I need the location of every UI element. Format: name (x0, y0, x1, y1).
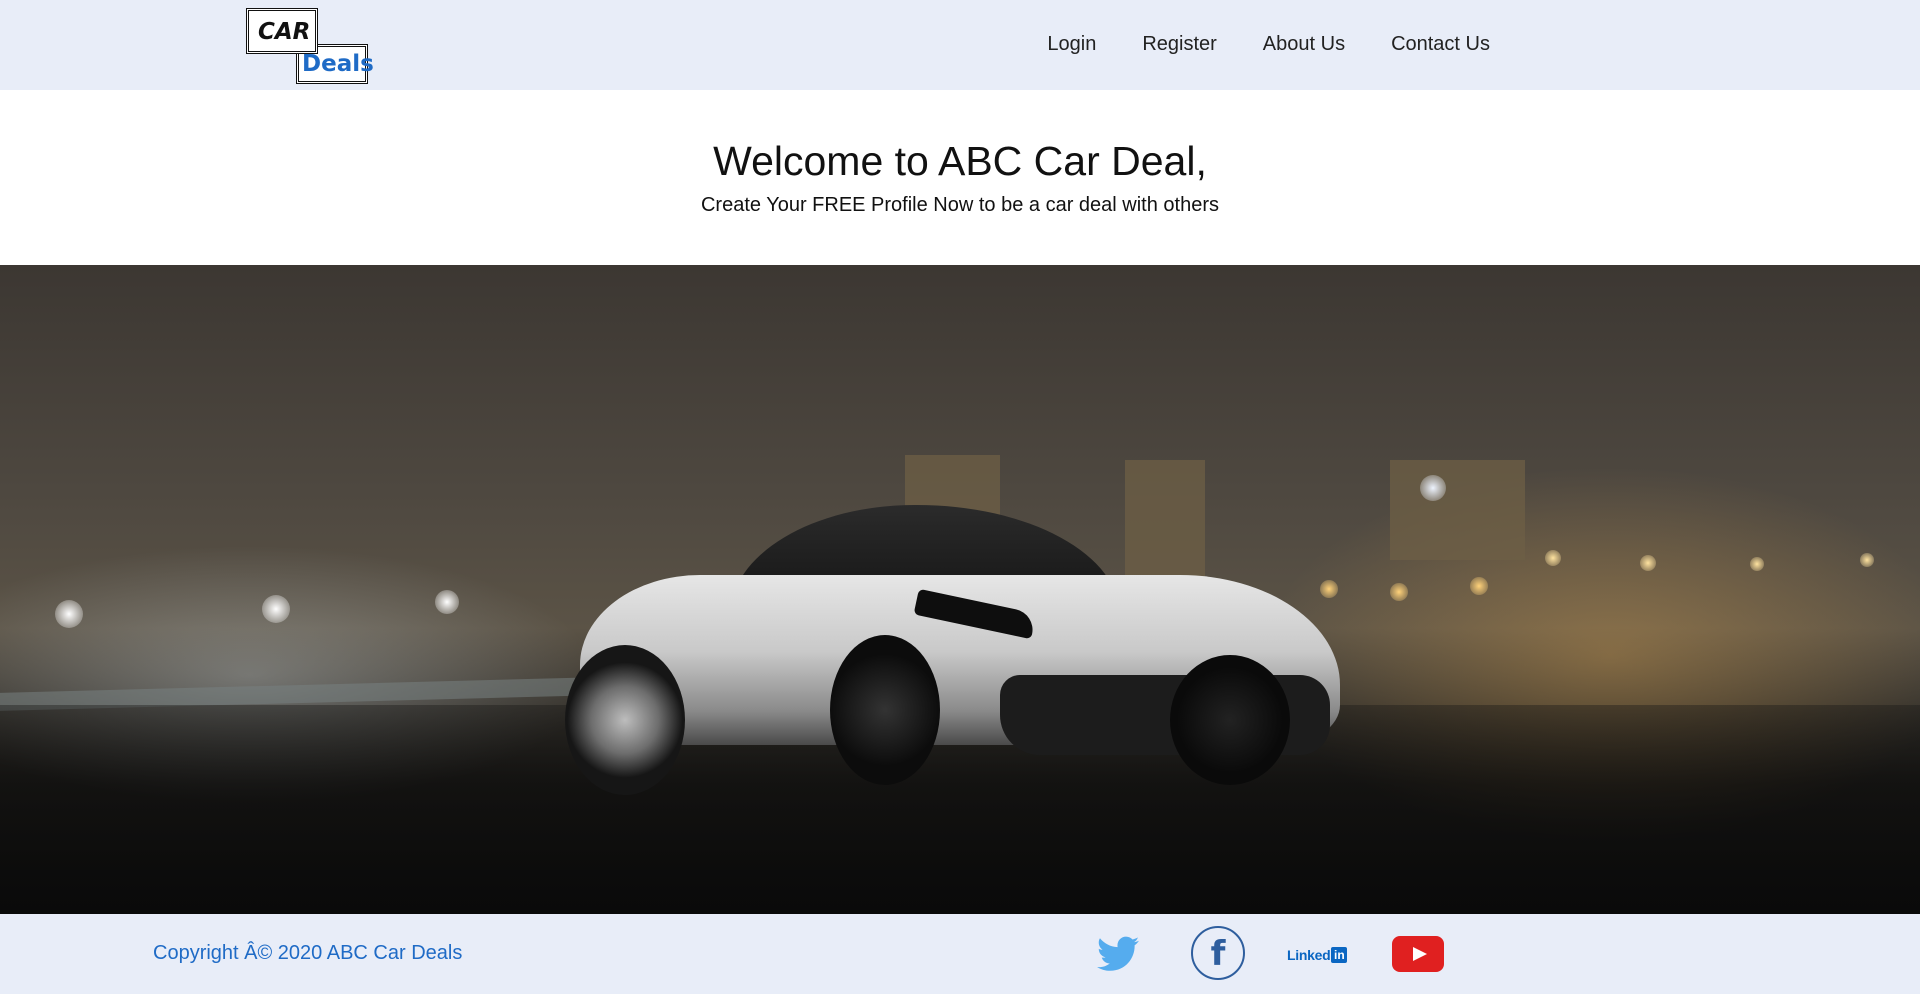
main-nav: Login Register About Us Contact Us (1001, 33, 1490, 56)
site-header: Deals CAR Login Register About Us Contac… (0, 0, 1920, 90)
street-light (55, 600, 83, 628)
linkedin-badge: in (1331, 947, 1348, 963)
facebook-icon[interactable]: f (1191, 926, 1245, 980)
logo-car-box: CAR (246, 8, 318, 54)
city-light (1750, 557, 1764, 571)
nav-contact-link[interactable]: Contact Us (1391, 33, 1490, 56)
nav-about-link[interactable]: About Us (1263, 33, 1345, 56)
car-wheel (565, 645, 685, 795)
city-light (1545, 550, 1561, 566)
site-footer: Copyright Â© 2020 ABC Car Deals f Linked… (0, 914, 1920, 994)
logo-deals-text: Deals (302, 51, 374, 77)
nav-register-link[interactable]: Register (1142, 33, 1216, 56)
linkedin-wordmark: Linked (1287, 947, 1331, 963)
logo[interactable]: Deals CAR (246, 8, 374, 84)
facebook-glyph: f (1210, 934, 1226, 974)
city-light (1640, 555, 1656, 571)
play-icon (1413, 947, 1427, 961)
car-wheel (830, 635, 940, 785)
city-light (1860, 553, 1874, 567)
twitter-icon[interactable] (1097, 936, 1139, 972)
street-light (262, 595, 290, 623)
welcome-title: Welcome to ABC Car Deal, (713, 138, 1207, 184)
building (1390, 460, 1525, 560)
hero-image (0, 265, 1920, 914)
city-light (1390, 583, 1408, 601)
youtube-icon[interactable] (1392, 936, 1444, 972)
sports-car (560, 505, 1360, 795)
street-light (1420, 475, 1446, 501)
copyright-text: Copyright Â© 2020 ABC Car Deals (153, 942, 463, 964)
linkedin-icon[interactable]: Linked in (1287, 946, 1348, 964)
nav-login-link[interactable]: Login (1047, 33, 1096, 56)
city-light (1470, 577, 1488, 595)
street-light (435, 590, 459, 614)
welcome-subtitle: Create Your FREE Profile Now to be a car… (700, 194, 1220, 216)
logo-car-text: CAR (258, 19, 311, 45)
twitter-bird-icon (1097, 936, 1139, 971)
welcome-section: Welcome to ABC Car Deal, Create Your FRE… (0, 90, 1920, 265)
car-wheel (1170, 655, 1290, 785)
